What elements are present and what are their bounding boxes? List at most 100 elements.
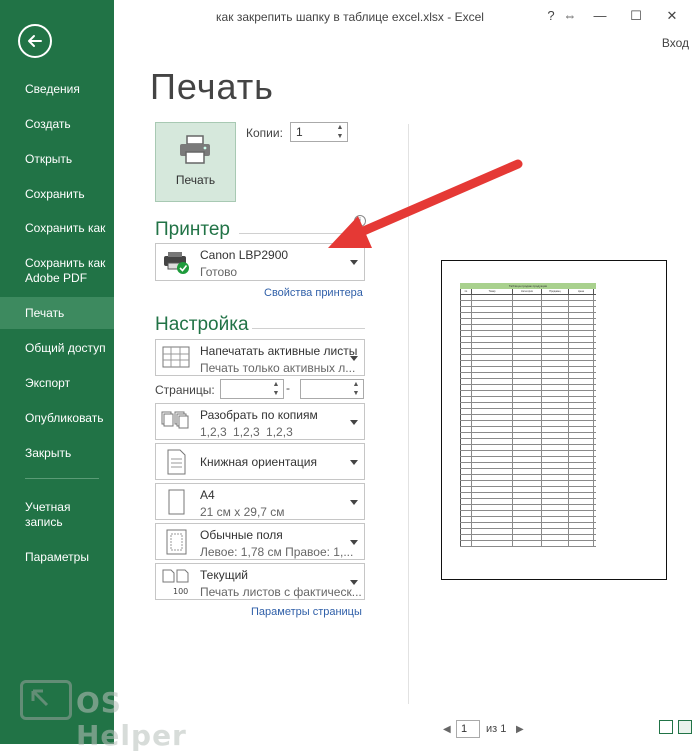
nav-open[interactable]: Открыть (0, 152, 114, 167)
copies-down-icon[interactable]: ▼ (335, 133, 345, 141)
preview-table-cell (472, 439, 513, 444)
preview-table-cell (513, 301, 542, 306)
preview-table-cell (569, 391, 594, 396)
nav-info[interactable]: Сведения (0, 82, 114, 97)
preview-table-cell (513, 445, 542, 450)
settings-section-title: Настройка (155, 314, 249, 335)
nav-export[interactable]: Экспорт (0, 376, 114, 391)
preview-table-cell (472, 451, 513, 456)
preview-table-cell (460, 535, 472, 540)
nav-close[interactable]: Закрыть (0, 446, 114, 461)
nav-share[interactable]: Общий доступ (0, 341, 114, 356)
preview-table-cell (472, 343, 513, 348)
print-button[interactable]: Печать (155, 122, 236, 202)
scaling-subtitle: Печать листов с фактическ... (200, 585, 362, 599)
help-button[interactable]: ? (541, 8, 561, 23)
preview-table-cell (569, 415, 594, 420)
preview-table-cell (472, 295, 513, 300)
print-button-label: Печать (175, 173, 216, 187)
preview-table-cell (569, 421, 594, 426)
print-scope-subtitle: Печать только активных л... (200, 361, 356, 375)
collate-icon (161, 411, 189, 429)
close-button[interactable]: ✕ (662, 8, 682, 24)
preview-table-cell (542, 523, 569, 528)
preview-next-page-icon[interactable]: ▶ (516, 724, 524, 735)
orientation-title: Книжная ориентация (200, 455, 317, 469)
preview-table-cell (569, 349, 594, 354)
preview-table-cell (513, 451, 542, 456)
orientation-dropdown[interactable]: Книжная ориентация (155, 443, 365, 480)
copies-input[interactable]: 1 ▲ ▼ (290, 122, 348, 142)
back-arrow-icon (28, 35, 42, 47)
preview-table-cell (460, 469, 472, 474)
preview-table-cell (513, 475, 542, 480)
preview-table-cell (569, 409, 594, 414)
pages-from-input[interactable]: ▲ ▼ (220, 379, 284, 399)
preview-prev-page-icon[interactable]: ◀ (443, 724, 451, 735)
preview-table-cell (513, 523, 542, 528)
preview-table-cell (472, 511, 513, 516)
preview-table-cell (472, 397, 513, 402)
preview-table-cell (460, 481, 472, 486)
pages-to-up-icon[interactable]: ▲ (351, 381, 361, 389)
nav-print[interactable]: Печать (0, 297, 114, 329)
collate-dropdown[interactable]: Разобрать по копиям 1,2,3 1,2,3 1,2,3 (155, 403, 365, 440)
preview-table-cell (460, 367, 472, 372)
nav-publish[interactable]: Опубликовать (0, 411, 114, 426)
preview-table-cell (460, 307, 472, 312)
chevron-down-icon (350, 420, 358, 425)
preview-table-cell (460, 349, 472, 354)
preview-table-cell (460, 451, 472, 456)
preview-table-cell (542, 481, 569, 486)
sign-in-link[interactable]: Вход (662, 36, 689, 50)
svg-text:100: 100 (173, 587, 188, 596)
paper-size-dropdown[interactable]: A4 21 см x 29,7 см (155, 483, 365, 520)
margins-dropdown[interactable]: Обычные поля Левое: 1,78 см Правое: 1,..… (155, 523, 365, 560)
scaling-dropdown[interactable]: 100 Текущий Печать листов с фактическ... (155, 563, 365, 600)
nav-save-as[interactable]: Сохранить как (0, 221, 114, 236)
chevron-down-icon (350, 260, 358, 265)
preview-table-cell (542, 343, 569, 348)
nav-account[interactable]: Учетная запись (0, 500, 80, 530)
nav-save-as-pdf[interactable]: Сохранить как Adobe PDF (0, 256, 112, 286)
maximize-button[interactable]: ☐ (626, 8, 646, 24)
page-setup-link[interactable]: Параметры страницы (251, 606, 362, 618)
pages-from-up-icon[interactable]: ▲ (271, 381, 281, 389)
printer-icon (180, 135, 210, 164)
preview-table-cell (513, 361, 542, 366)
paper-icon (168, 489, 185, 515)
preview-table-cell (569, 295, 594, 300)
watermark-text: OS Helper (76, 686, 187, 752)
zoom-to-page-icon[interactable] (678, 720, 692, 734)
show-margins-icon[interactable] (659, 720, 673, 734)
preview-table-cell (460, 325, 472, 330)
preview-table-cell (513, 397, 542, 402)
nav-save[interactable]: Сохранить (0, 187, 114, 202)
printer-properties-link[interactable]: Свойства принтера (264, 287, 363, 299)
preview-table-cell (542, 355, 569, 360)
copies-up-icon[interactable]: ▲ (335, 124, 345, 132)
preview-table-cell (542, 493, 569, 498)
print-scope-dropdown[interactable]: Напечатать активные листы Печать только … (155, 339, 365, 376)
pages-from-down-icon[interactable]: ▼ (271, 390, 281, 398)
minimize-button[interactable]: — (590, 8, 610, 23)
nav-options[interactable]: Параметры (0, 550, 114, 565)
preview-table-cell (542, 295, 569, 300)
ribbon-display-button[interactable]: ⇔ (560, 8, 580, 23)
preview-table-cell (513, 439, 542, 444)
preview-table-cell (569, 313, 594, 318)
nav-new[interactable]: Создать (0, 117, 114, 132)
preview-table-cell (569, 355, 594, 360)
preview-table-cell (460, 487, 472, 492)
preview-table-cell (460, 493, 472, 498)
preview-table-cell (542, 415, 569, 420)
back-button[interactable] (18, 24, 52, 58)
preview-table-cell (460, 337, 472, 342)
pages-to-down-icon[interactable]: ▼ (351, 390, 361, 398)
preview-table-cell (513, 343, 542, 348)
preview-page-input[interactable]: 1 (456, 720, 480, 738)
preview-table-cell (460, 517, 472, 522)
pages-to-input[interactable]: ▲ ▼ (300, 379, 364, 399)
preview-table-cell (472, 331, 513, 336)
preview-rows (460, 295, 596, 547)
